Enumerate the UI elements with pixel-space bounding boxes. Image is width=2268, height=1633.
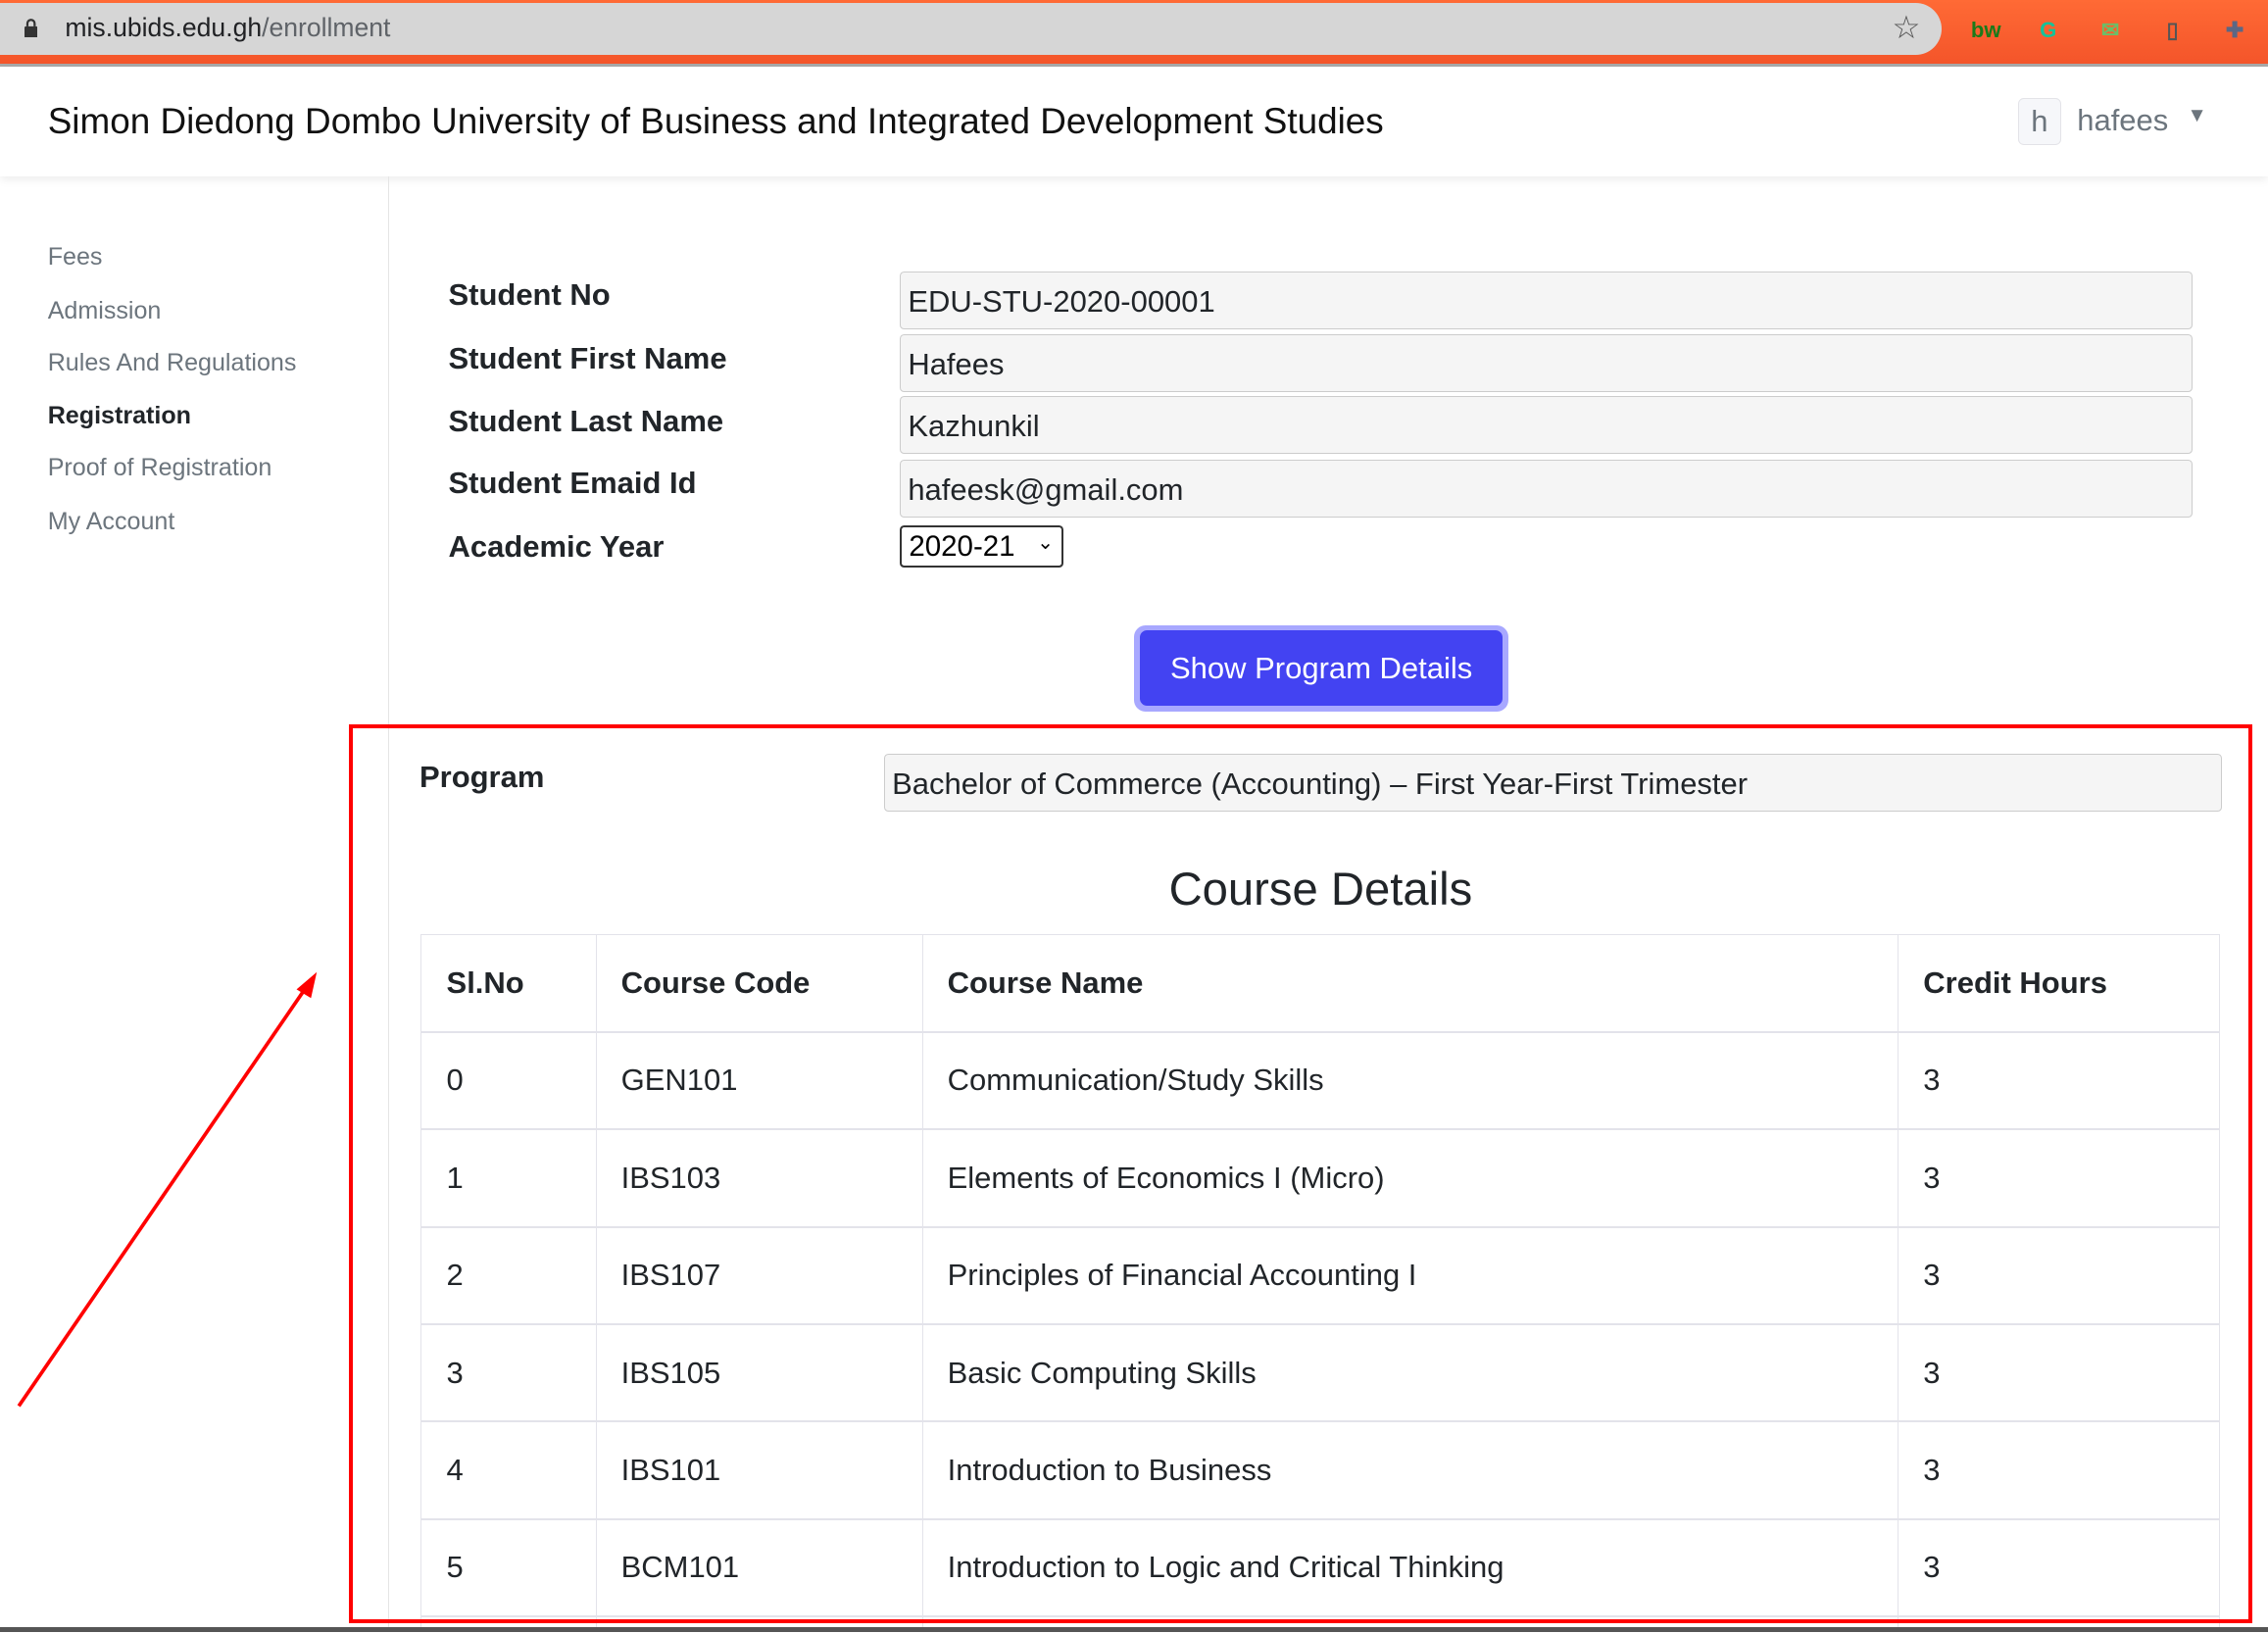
url-text[interactable]: mis.ubids.edu.gh/enrollment	[65, 13, 390, 43]
last-name-label: Student Last Name	[448, 403, 724, 438]
academic-year-select[interactable]: 2020-21 ⌄	[899, 524, 1063, 568]
email-label: Student Emaid Id	[448, 466, 697, 501]
academic-year-value: 2020-21	[909, 529, 1015, 563]
sidebar-item-admission[interactable]: Admission	[48, 297, 162, 325]
sidebar-item-fees[interactable]: Fees	[48, 243, 103, 272]
grammarly-icon[interactable]: G	[2031, 13, 2065, 47]
bookmark-star-icon[interactable]: ☆	[1892, 9, 1920, 46]
window-bottom-edge	[0, 1627, 2268, 1632]
extensions-puzzle-icon[interactable]: ✚	[2217, 13, 2251, 47]
caret-down-icon[interactable]: ▼	[2187, 104, 2206, 127]
student-no-field[interactable]: EDU-STU-2020-00001	[899, 272, 2194, 330]
academic-year-label: Academic Year	[448, 529, 665, 565]
url-path: /enrollment	[262, 13, 391, 43]
sidebar-item-registration[interactable]: Registration	[48, 402, 191, 430]
mail-tracker-icon[interactable]: ✉	[2093, 13, 2127, 47]
site-title: Simon Diedong Dombo University of Busine…	[47, 101, 1384, 142]
highlight-box	[348, 724, 2252, 1623]
user-avatar[interactable]: h	[2017, 98, 2061, 145]
url-host: mis.ubids.edu.gh	[65, 13, 263, 43]
user-menu[interactable]: hafees	[2077, 103, 2168, 138]
bw-extension-icon[interactable]: bw	[1969, 13, 2003, 47]
lock-icon	[25, 18, 38, 38]
show-program-details-label: Show Program Details	[1139, 630, 1504, 707]
last-name-field[interactable]: Kazhunkil	[899, 396, 2194, 455]
sidebar-item-my-account[interactable]: My Account	[48, 508, 175, 536]
page: mis.ubids.edu.gh/enrollment ☆ bw G ✉ ▯ ✚ Sim…	[0, 0, 2268, 1632]
first-name-field[interactable]: Hafees	[899, 333, 2194, 392]
sidebar-item-rules[interactable]: Rules And Regulations	[48, 349, 297, 377]
first-name-label: Student First Name	[448, 341, 727, 376]
sidebar-item-proof-of-registration[interactable]: Proof of Registration	[48, 454, 272, 482]
show-program-details-button[interactable]: Show Program Details	[1134, 624, 1509, 713]
document-icon[interactable]: ▯	[2155, 13, 2190, 47]
annotation-arrow-icon	[17, 971, 318, 1408]
student-no-label: Student No	[448, 277, 611, 313]
email-field[interactable]: hafeesk@gmail.com	[899, 460, 2194, 519]
chevron-down-icon: ⌄	[1037, 530, 1055, 554]
